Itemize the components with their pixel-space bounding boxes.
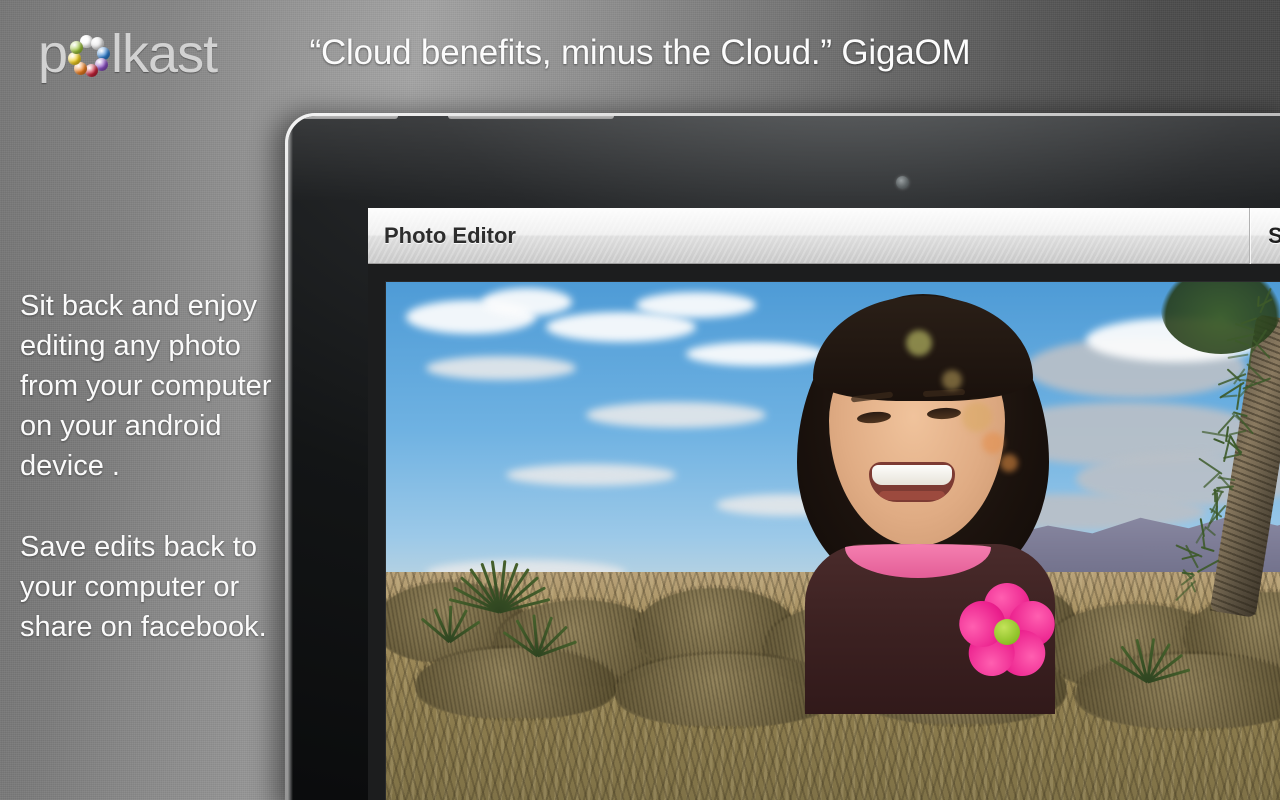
joshua-spike [1205,526,1217,536]
tablet-device: Photo Editor Sa [285,113,1280,800]
joshua-spike [1220,394,1238,397]
joshua-spike [1257,296,1260,307]
page-title: Photo Editor [384,223,516,249]
tablet-button-left[interactable] [302,116,398,119]
marketing-paragraph-2: Save edits back to your computer or shar… [20,527,282,647]
bezel-gloss [288,116,1280,202]
app-title-bar: Photo Editor Sa [368,208,1280,264]
joshua-spike [1228,354,1249,359]
tablet-button-right[interactable] [448,116,614,119]
photo-canvas [368,265,1280,800]
photo-joshua-tree [1141,282,1280,616]
photo-preview[interactable] [386,282,1280,800]
joshua-spike [1213,438,1225,444]
joshua-spike [1200,546,1214,552]
bezel-left-highlight [288,116,293,800]
marketing-paragraph-1: Sit back and enjoy editing any photo fro… [20,286,282,486]
headline-quote: “Cloud benefits, minus the Cloud.” GigaO… [0,33,1280,73]
promo-page: p lkast “Cloud benefits, minus the Cloud… [0,0,1280,800]
tablet-bezel: Photo Editor Sa [288,116,1280,800]
flower-sticker [961,586,1053,678]
app-screen: Photo Editor Sa [368,208,1280,800]
save-button[interactable]: Sa [1250,223,1280,249]
front-camera-icon [896,176,909,189]
